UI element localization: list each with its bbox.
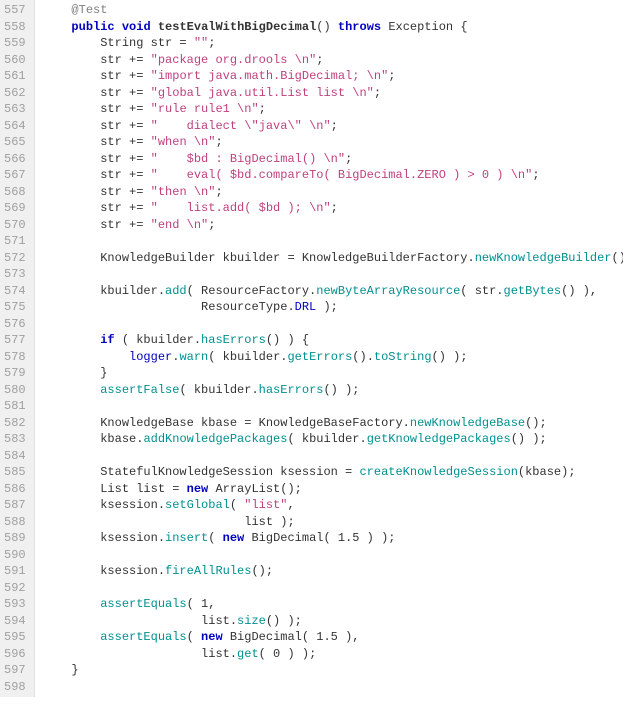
code-line[interactable] <box>43 679 623 696</box>
line-number: 559 <box>4 35 26 52</box>
line-number: 597 <box>4 662 26 679</box>
line-number: 567 <box>4 167 26 184</box>
line-number: 573 <box>4 266 26 283</box>
code-line[interactable]: str += "end \n"; <box>43 217 623 234</box>
line-number: 572 <box>4 250 26 267</box>
line-number: 562 <box>4 85 26 102</box>
line-number: 560 <box>4 52 26 69</box>
line-number: 596 <box>4 646 26 663</box>
line-number: 598 <box>4 679 26 696</box>
line-number: 592 <box>4 580 26 597</box>
line-number: 578 <box>4 349 26 366</box>
code-line[interactable]: logger.warn( kbuilder.getErrors().toStri… <box>43 349 623 366</box>
line-number-gutter: 5575585595605615625635645655665675685695… <box>0 0 35 697</box>
line-number: 577 <box>4 332 26 349</box>
code-line[interactable] <box>43 233 623 250</box>
code-line[interactable]: } <box>43 365 623 382</box>
code-line[interactable]: StatefulKnowledgeSession ksession = crea… <box>43 464 623 481</box>
line-number: 588 <box>4 514 26 531</box>
line-number: 576 <box>4 316 26 333</box>
line-number: 566 <box>4 151 26 168</box>
code-line[interactable]: String str = ""; <box>43 35 623 52</box>
line-number: 593 <box>4 596 26 613</box>
code-line[interactable]: str += "when \n"; <box>43 134 623 151</box>
code-line[interactable] <box>43 266 623 283</box>
code-line[interactable] <box>43 398 623 415</box>
code-line[interactable] <box>43 580 623 597</box>
code-line[interactable] <box>43 316 623 333</box>
line-number: 581 <box>4 398 26 415</box>
code-line[interactable]: ksession.setGlobal( "list", <box>43 497 623 514</box>
code-line[interactable]: kbuilder.add( ResourceFactory.newByteArr… <box>43 283 623 300</box>
code-line[interactable]: str += "global java.util.List list \n"; <box>43 85 623 102</box>
line-number: 564 <box>4 118 26 135</box>
code-line[interactable]: ResourceType.DRL ); <box>43 299 623 316</box>
code-line[interactable]: assertEquals( new BigDecimal( 1.5 ), <box>43 629 623 646</box>
code-line[interactable]: } <box>43 662 623 679</box>
line-number: 561 <box>4 68 26 85</box>
code-line[interactable]: if ( kbuilder.hasErrors() ) { <box>43 332 623 349</box>
line-number: 575 <box>4 299 26 316</box>
code-line[interactable]: list.get( 0 ) ); <box>43 646 623 663</box>
line-number: 591 <box>4 563 26 580</box>
code-line[interactable]: kbase.addKnowledgePackages( kbuilder.get… <box>43 431 623 448</box>
line-number: 595 <box>4 629 26 646</box>
code-line[interactable]: assertEquals( 1, <box>43 596 623 613</box>
line-number: 568 <box>4 184 26 201</box>
code-editor-content[interactable]: @Test public void testEvalWithBigDecimal… <box>35 0 623 697</box>
code-line[interactable]: str += " eval( $bd.compareTo( BigDecimal… <box>43 167 623 184</box>
line-number: 586 <box>4 481 26 498</box>
line-number: 570 <box>4 217 26 234</box>
code-line[interactable]: list ); <box>43 514 623 531</box>
code-line[interactable]: str += " dialect \"java\" \n"; <box>43 118 623 135</box>
code-line[interactable]: KnowledgeBase kbase = KnowledgeBaseFacto… <box>43 415 623 432</box>
code-line[interactable]: str += "rule rule1 \n"; <box>43 101 623 118</box>
line-number: 579 <box>4 365 26 382</box>
line-number: 585 <box>4 464 26 481</box>
code-line[interactable]: str += " $bd : BigDecimal() \n"; <box>43 151 623 168</box>
line-number: 582 <box>4 415 26 432</box>
line-number: 584 <box>4 448 26 465</box>
code-line[interactable]: str += "import java.math.BigDecimal; \n"… <box>43 68 623 85</box>
code-line[interactable] <box>43 448 623 465</box>
code-line[interactable]: @Test <box>43 2 623 19</box>
code-line[interactable]: list.size() ); <box>43 613 623 630</box>
code-line[interactable]: ksession.fireAllRules(); <box>43 563 623 580</box>
line-number: 583 <box>4 431 26 448</box>
line-number: 589 <box>4 530 26 547</box>
line-number: 563 <box>4 101 26 118</box>
line-number: 587 <box>4 497 26 514</box>
line-number: 594 <box>4 613 26 630</box>
line-number: 590 <box>4 547 26 564</box>
line-number: 569 <box>4 200 26 217</box>
line-number: 574 <box>4 283 26 300</box>
code-line[interactable]: ksession.insert( new BigDecimal( 1.5 ) )… <box>43 530 623 547</box>
line-number: 565 <box>4 134 26 151</box>
code-line[interactable] <box>43 547 623 564</box>
code-line[interactable]: str += " list.add( $bd ); \n"; <box>43 200 623 217</box>
code-line[interactable]: List list = new ArrayList(); <box>43 481 623 498</box>
code-line[interactable]: str += "package org.drools \n"; <box>43 52 623 69</box>
line-number: 557 <box>4 2 26 19</box>
code-line[interactable]: public void testEvalWithBigDecimal() thr… <box>43 19 623 36</box>
line-number: 558 <box>4 19 26 36</box>
line-number: 580 <box>4 382 26 399</box>
code-line[interactable]: KnowledgeBuilder kbuilder = KnowledgeBui… <box>43 250 623 267</box>
code-line[interactable]: assertFalse( kbuilder.hasErrors() ); <box>43 382 623 399</box>
line-number: 571 <box>4 233 26 250</box>
code-line[interactable]: str += "then \n"; <box>43 184 623 201</box>
